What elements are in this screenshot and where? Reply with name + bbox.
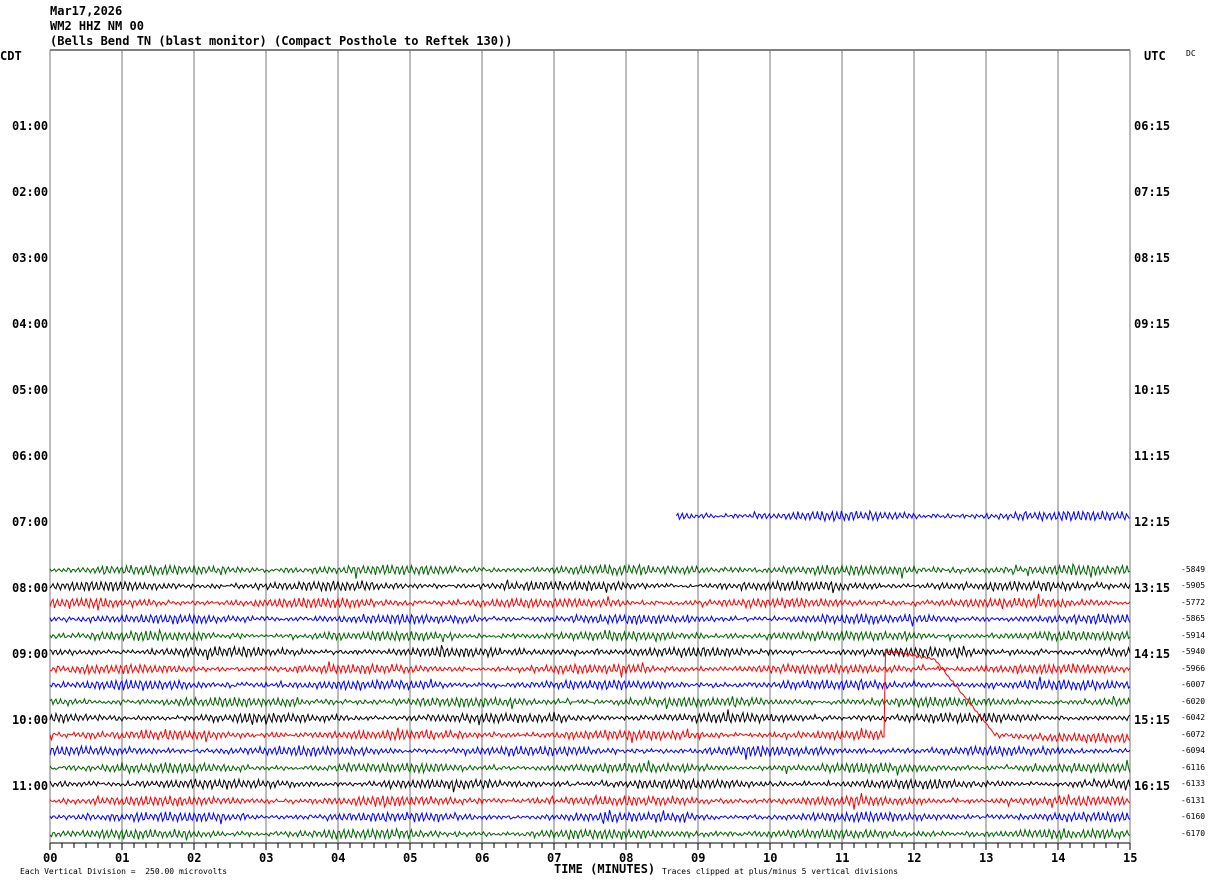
trace-offset-label: -6007 bbox=[1181, 680, 1206, 689]
trace-offset-label: -5905 bbox=[1181, 581, 1206, 590]
x-tick-label: 00 bbox=[43, 851, 58, 865]
trace-offset-label: -6072 bbox=[1181, 730, 1206, 739]
right-hour-label: 14:15 bbox=[1134, 647, 1171, 661]
trace-offset-label: -6131 bbox=[1181, 796, 1206, 805]
chart-title: (Bells Bend TN (blast monitor) (Compact … bbox=[50, 34, 513, 48]
left-hour-label: 07:00 bbox=[12, 515, 49, 529]
right-hour-label: 13:15 bbox=[1134, 581, 1171, 595]
seismic-trace bbox=[49, 826, 1131, 841]
seismic-trace bbox=[49, 792, 1131, 810]
trace-offset-label: -6094 bbox=[1181, 746, 1206, 755]
trace-offset-label: -6133 bbox=[1181, 779, 1206, 788]
seismic-trace bbox=[49, 644, 1131, 661]
seismic-trace bbox=[49, 661, 1131, 678]
right-hour-label: 08:15 bbox=[1134, 251, 1171, 265]
right-hour-label: 11:15 bbox=[1134, 449, 1171, 463]
seismic-trace bbox=[49, 744, 1131, 760]
seismic-trace bbox=[49, 676, 1131, 692]
seismic-trace bbox=[49, 612, 1131, 627]
seismic-trace bbox=[49, 809, 1131, 825]
trace-offset-label: -6020 bbox=[1181, 697, 1206, 706]
right-timezone: UTC bbox=[1144, 49, 1166, 63]
x-tick-label: 12 bbox=[907, 851, 922, 865]
trace-offset-label: -6170 bbox=[1181, 829, 1206, 838]
left-hour-label: 01:00 bbox=[12, 119, 49, 133]
seismic-trace bbox=[49, 628, 1131, 644]
x-tick-label: 02 bbox=[187, 851, 202, 865]
trace-offset-label: -5865 bbox=[1181, 614, 1206, 623]
x-tick-label: 11 bbox=[835, 851, 850, 865]
left-hour-label: 05:00 bbox=[12, 383, 49, 397]
seismic-trace bbox=[49, 562, 1131, 579]
clip-note: Traces clipped at plus/minus 5 vertical … bbox=[662, 867, 899, 876]
x-tick-label: 10 bbox=[763, 851, 778, 865]
right-hour-label: 07:15 bbox=[1134, 185, 1171, 199]
trace-offset-label: -5772 bbox=[1181, 598, 1206, 607]
trace-offset-label: -5966 bbox=[1181, 664, 1206, 673]
dc-label: DC bbox=[1186, 49, 1196, 58]
x-tick-label: 05 bbox=[403, 851, 418, 865]
seismic-trace bbox=[49, 777, 1131, 793]
x-tick-label: 06 bbox=[475, 851, 490, 865]
left-hour-label: 02:00 bbox=[12, 185, 49, 199]
right-hour-label: 10:15 bbox=[1134, 383, 1171, 397]
x-axis-label: TIME (MINUTES) bbox=[554, 862, 656, 876]
seismic-trace bbox=[49, 648, 1131, 745]
left-hour-label: 11:00 bbox=[12, 779, 49, 793]
x-tick-label: 15 bbox=[1123, 851, 1138, 865]
seismic-trace bbox=[49, 759, 1131, 776]
helicorder-plot bbox=[49, 49, 1131, 850]
chart-date: Mar17,2026 bbox=[50, 4, 123, 18]
trace-offset-label: -5940 bbox=[1181, 647, 1206, 656]
left-timezone: CDT bbox=[0, 49, 22, 63]
left-hour-label: 06:00 bbox=[12, 449, 49, 463]
left-hour-label: 10:00 bbox=[12, 713, 49, 727]
trace-offset-label: -6042 bbox=[1181, 713, 1206, 722]
x-tick-label: 04 bbox=[331, 851, 346, 865]
right-hour-label: 09:15 bbox=[1134, 317, 1171, 331]
trace-offset-label: -6160 bbox=[1181, 812, 1206, 821]
left-hour-label: 08:00 bbox=[12, 581, 49, 595]
trace-offset-label: -5849 bbox=[1181, 565, 1206, 574]
seismic-trace bbox=[49, 579, 1131, 594]
x-tick-label: 13 bbox=[979, 851, 994, 865]
seismic-trace bbox=[49, 695, 1131, 710]
left-hour-label: 04:00 bbox=[12, 317, 49, 331]
scale-note: Each Vertical Division = 250.00 microvol… bbox=[20, 867, 228, 876]
right-hour-label: 06:15 bbox=[1134, 119, 1171, 133]
trace-offset-label: -6116 bbox=[1181, 763, 1206, 772]
right-hour-label: 12:15 bbox=[1134, 515, 1171, 529]
x-tick-label: 03 bbox=[259, 851, 274, 865]
x-tick-label: 01 bbox=[115, 851, 130, 865]
x-tick-label: 09 bbox=[691, 851, 706, 865]
chart-station: WM2 HHZ NM 00 bbox=[50, 19, 144, 33]
seismic-trace bbox=[675, 509, 1130, 523]
right-hour-label: 16:15 bbox=[1134, 779, 1171, 793]
left-hour-label: 03:00 bbox=[12, 251, 49, 265]
x-tick-label: 14 bbox=[1051, 851, 1066, 865]
seismic-trace bbox=[49, 709, 1131, 726]
seismic-trace bbox=[49, 593, 1131, 611]
right-hour-label: 15:15 bbox=[1134, 713, 1171, 727]
left-hour-label: 09:00 bbox=[12, 647, 49, 661]
trace-offset-label: -5914 bbox=[1181, 631, 1206, 640]
